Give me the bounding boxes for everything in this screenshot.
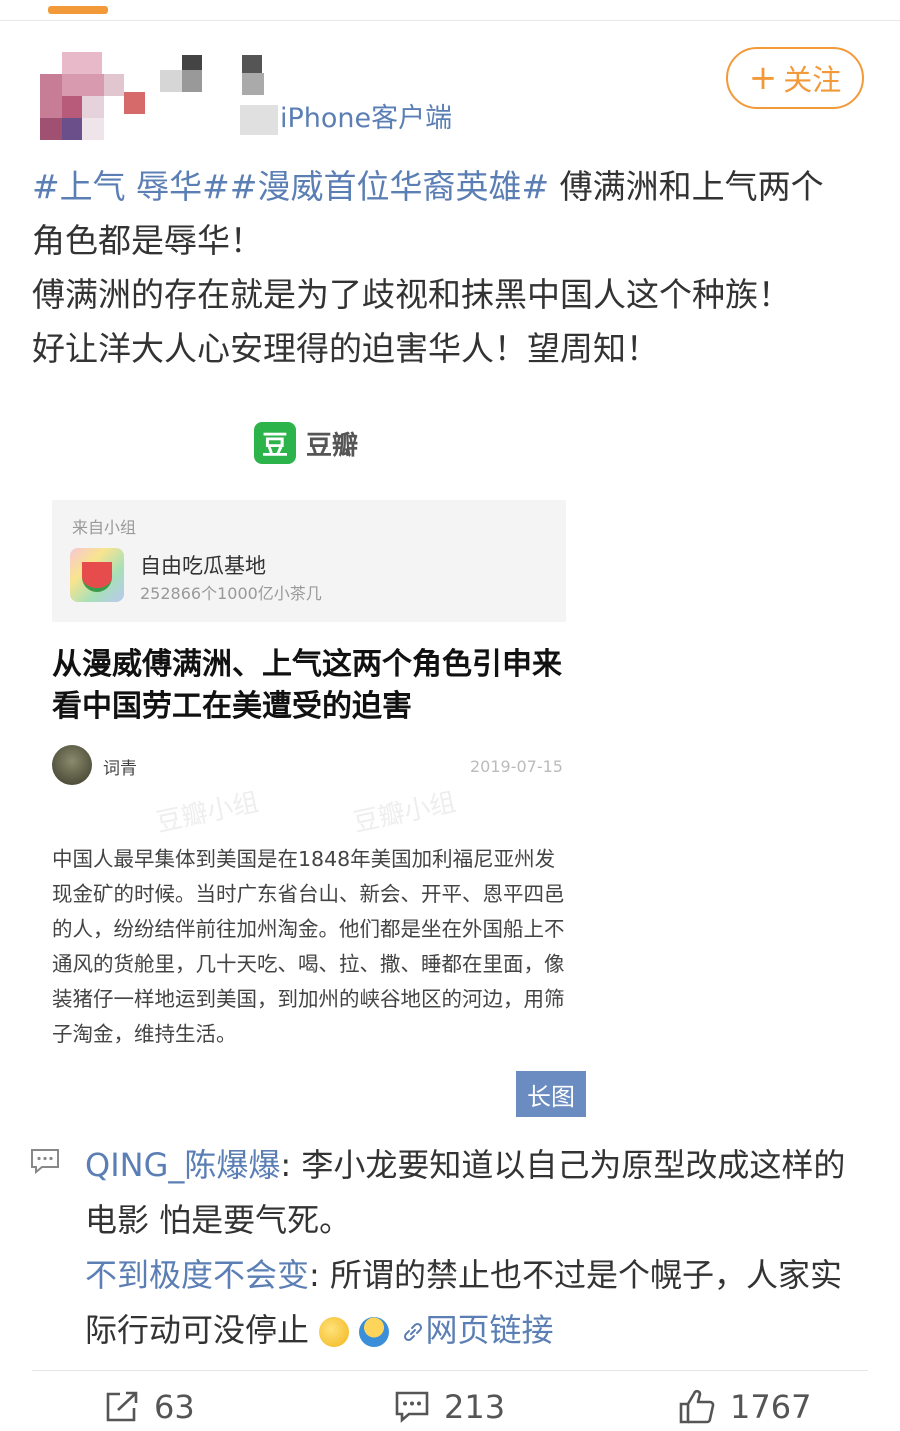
smile-emoji-icon bbox=[319, 1317, 350, 1347]
comment-item: QING_陈爆爆: 李小龙要知道以自己为原型改成这样的电影 怕是要气死。 bbox=[85, 1138, 865, 1248]
post-text: #上气 辱华##漫威首位华裔英雄# 傅满洲和上气两个 角色都是辱华！ 傅满洲的存… bbox=[32, 160, 872, 376]
author-avatar bbox=[52, 745, 92, 785]
top-divider bbox=[0, 20, 900, 21]
post-paragraph-3: 好让洋大人心安理得的迫害华人！望周知！ bbox=[32, 329, 659, 368]
article-body: 中国人最早集体到美国是在1848年美国加利福尼亚州发现金矿的时候。当时广东省台山… bbox=[52, 847, 565, 1046]
comment-user[interactable]: QING_陈爆爆 bbox=[85, 1146, 280, 1184]
watermelon-icon bbox=[70, 548, 124, 602]
hashtag-1[interactable]: #上气 辱华# bbox=[32, 167, 230, 206]
repost-count: 63 bbox=[154, 1388, 195, 1426]
author-name: 词青 bbox=[103, 759, 137, 779]
comment-list: QING_陈爆爆: 李小龙要知道以自己为原型改成这样的电影 怕是要气死。 不到极… bbox=[85, 1138, 865, 1358]
actions-divider bbox=[32, 1370, 868, 1371]
card-from-label: 来自小组 bbox=[72, 518, 137, 537]
post-source: iPhone客户端 bbox=[240, 96, 452, 135]
watermark: 豆瓣小组 bbox=[350, 787, 459, 839]
group-members: 252866个1000亿小茶几 bbox=[140, 584, 322, 603]
web-link-label: 网页链接 bbox=[425, 1311, 554, 1349]
repost-icon bbox=[106, 1391, 138, 1422]
article-date: 2019-07-15 bbox=[470, 757, 563, 776]
plus-icon: + bbox=[748, 58, 778, 98]
comment-user[interactable]: 不到极度不会变 bbox=[85, 1256, 309, 1294]
like-button[interactable]: 1767 bbox=[678, 1388, 811, 1426]
shrug-emoji-icon bbox=[359, 1317, 390, 1347]
watermark: 豆瓣小组 bbox=[153, 787, 262, 839]
comment-item: 不到极度不会变: 所谓的禁止也不过是个幌子，人家实际行动可没停止 网页链接 bbox=[85, 1248, 865, 1358]
article-title: 从漫威傅满洲、上气这两个角色引申来看中国劳工在美遭受的迫害 bbox=[52, 647, 562, 724]
source-label: iPhone客户端 bbox=[280, 103, 453, 134]
thumbs-up-icon bbox=[679, 1389, 715, 1424]
comment-button[interactable]: 213 bbox=[394, 1388, 505, 1426]
douban-logo-icon: 豆 bbox=[254, 422, 296, 464]
like-count: 1767 bbox=[730, 1388, 812, 1426]
hashtag-2[interactable]: #漫威首位华裔英雄# bbox=[230, 167, 549, 206]
link-icon bbox=[403, 1322, 422, 1342]
comment-count: 213 bbox=[444, 1388, 506, 1426]
post-line2: 角色都是辱华！ bbox=[32, 221, 263, 260]
group-name: 自由吃瓜基地 bbox=[140, 554, 266, 578]
follow-button[interactable]: + 关注 bbox=[726, 47, 864, 109]
post-paragraph-2: 傅满洲的存在就是为了歧视和抹黑中国人这个种族！ bbox=[32, 275, 791, 314]
repost-button[interactable]: 63 bbox=[104, 1388, 195, 1426]
username-blurred[interactable] bbox=[160, 55, 270, 95]
top-tab-indicator bbox=[48, 6, 108, 14]
douban-brand: 豆 豆瓣 bbox=[254, 422, 358, 464]
douban-brand-name: 豆瓣 bbox=[306, 430, 359, 461]
comment-count-icon bbox=[395, 1391, 429, 1423]
group-card[interactable]: 来自小组 自由吃瓜基地 252866个1000亿小茶几 bbox=[52, 500, 566, 622]
comment-sep: : bbox=[280, 1146, 302, 1184]
blurred-time bbox=[240, 104, 278, 135]
avatar[interactable] bbox=[40, 52, 145, 140]
long-image-badge[interactable]: 长图 bbox=[516, 1071, 586, 1117]
comment-icon bbox=[31, 1149, 59, 1174]
post-line1: 傅满洲和上气两个 bbox=[549, 167, 824, 206]
follow-label: 关注 bbox=[783, 63, 842, 97]
comment-sep: : bbox=[309, 1256, 330, 1294]
web-link[interactable]: 网页链接 bbox=[400, 1311, 554, 1349]
